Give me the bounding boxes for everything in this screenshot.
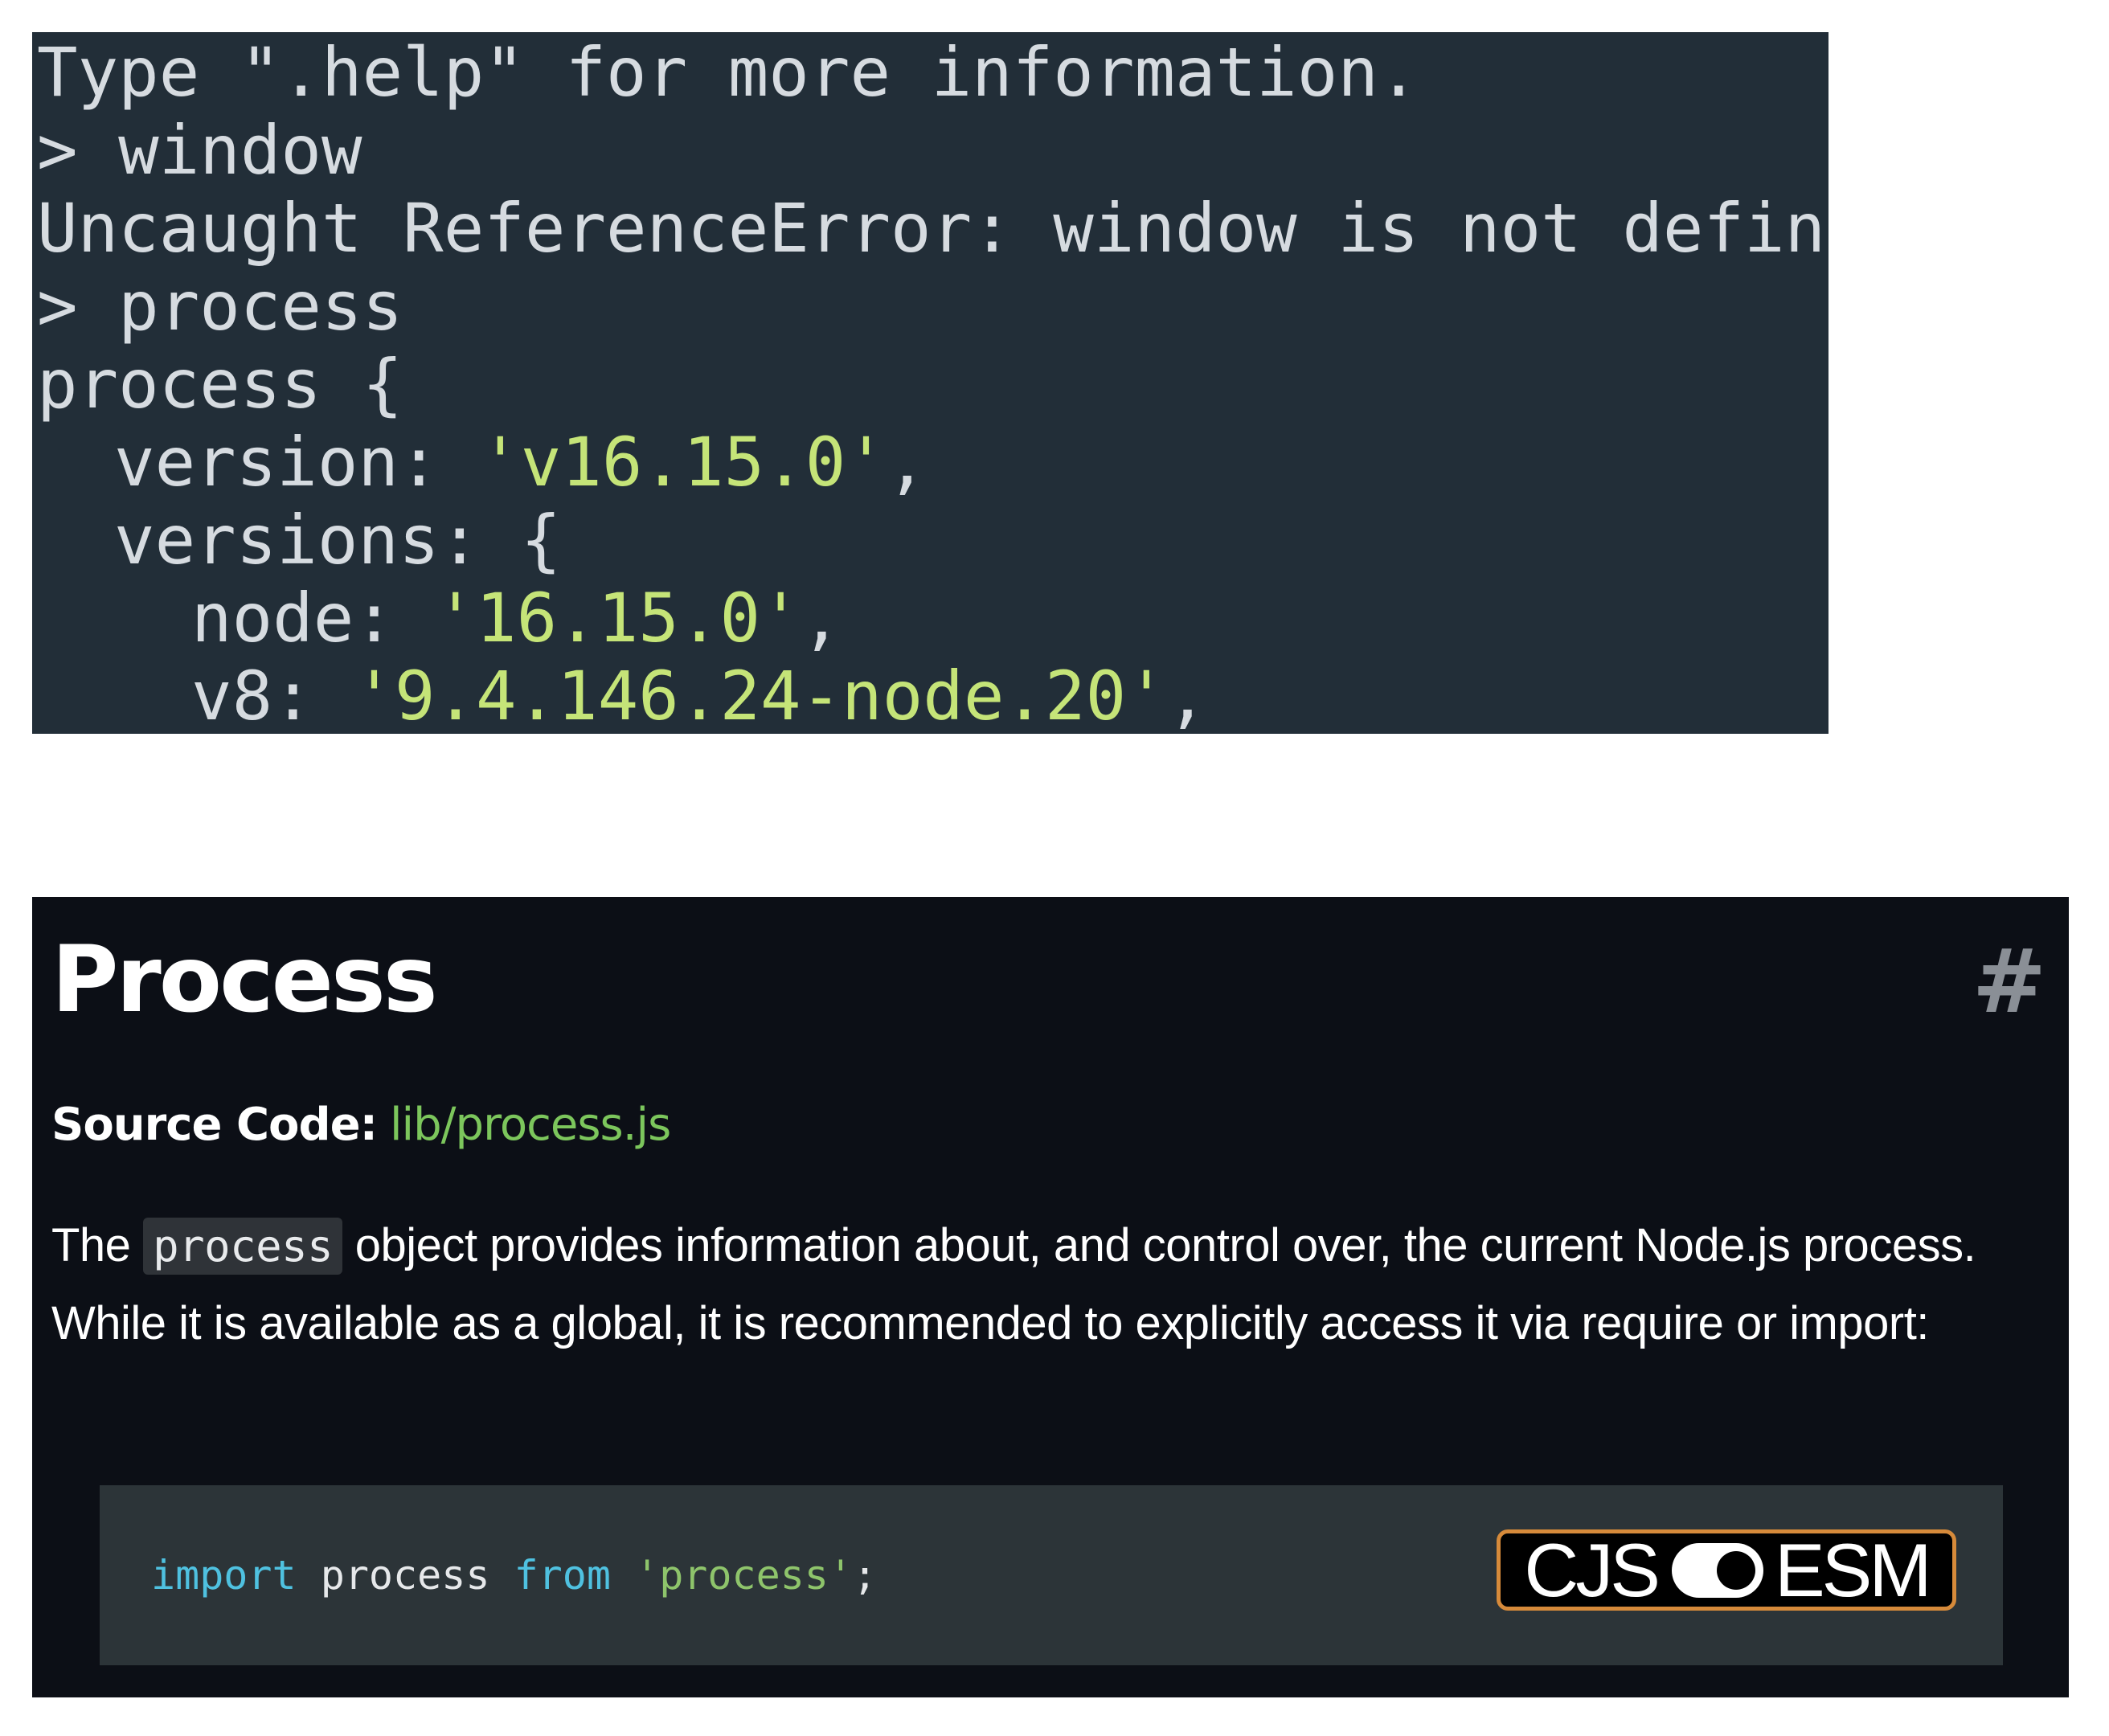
- v8-comma: ,: [1166, 657, 1208, 735]
- process-docs-section: Process # Source Code: lib/process.js The…: [32, 897, 2069, 1697]
- source-code-label: Source Code:: [51, 1099, 378, 1151]
- inline-code-process: process: [143, 1218, 343, 1275]
- section-anchor-link[interactable]: #: [1972, 913, 2046, 1050]
- terminal-line: Type ".help" for more information.: [37, 33, 1419, 112]
- version-value: 'v16.15.0': [480, 423, 887, 502]
- toggle-content: CJS ESM: [1524, 1527, 1932, 1612]
- terminal-line: process {: [37, 345, 403, 424]
- code-identifier: process: [296, 1552, 514, 1599]
- code-line: import process from 'process';: [151, 1545, 877, 1606]
- toggle-knob: [1716, 1550, 1755, 1590]
- page-title: Process: [51, 926, 438, 1033]
- toggle-label-cjs: CJS: [1524, 1527, 1661, 1612]
- terminal-line: Uncaught ReferenceError: window is not d…: [37, 189, 1828, 268]
- para-text-before: The: [51, 1219, 131, 1271]
- terminal-line-versions: versions: {: [114, 501, 562, 579]
- node-key: node:: [191, 579, 436, 657]
- node-comma: ,: [801, 579, 842, 657]
- terminal-line-v8: v8: '9.4.146.24-node.20',: [37, 657, 1828, 735]
- version-comma: ,: [886, 423, 928, 502]
- toggle-switch-icon: [1671, 1542, 1763, 1598]
- terminal-output: Type ".help" for more information. > win…: [37, 33, 1828, 735]
- code-string: 'process': [635, 1552, 854, 1599]
- code-keyword-from: from: [514, 1552, 611, 1599]
- source-code-link[interactable]: lib/process.js: [390, 1099, 671, 1151]
- terminal-line-node: node: '16.15.0',: [37, 579, 1828, 657]
- terminal-line-version: version: 'v16.15.0',: [37, 424, 1828, 502]
- toggle-label-esm: ESM: [1774, 1527, 1932, 1612]
- node-value: '16.15.0': [435, 579, 801, 657]
- description-paragraph: The process object provides information …: [51, 1207, 2053, 1362]
- cjs-esm-toggle[interactable]: CJS ESM: [1497, 1529, 1956, 1611]
- code-example-block: import process from 'process'; CJS ESM: [100, 1485, 2003, 1665]
- source-code-row: Source Code: lib/process.js: [51, 1085, 671, 1165]
- node-repl-terminal: Type ".help" for more information. > win…: [32, 32, 1828, 734]
- v8-key: v8:: [191, 657, 354, 735]
- v8-value: '9.4.146.24-node.20': [354, 657, 1167, 735]
- terminal-line: > window: [37, 111, 362, 190]
- code-semicolon: ;: [853, 1552, 878, 1599]
- code-keyword-import: import: [151, 1552, 297, 1599]
- version-key: version:: [114, 423, 481, 502]
- terminal-line: > process: [37, 267, 403, 346]
